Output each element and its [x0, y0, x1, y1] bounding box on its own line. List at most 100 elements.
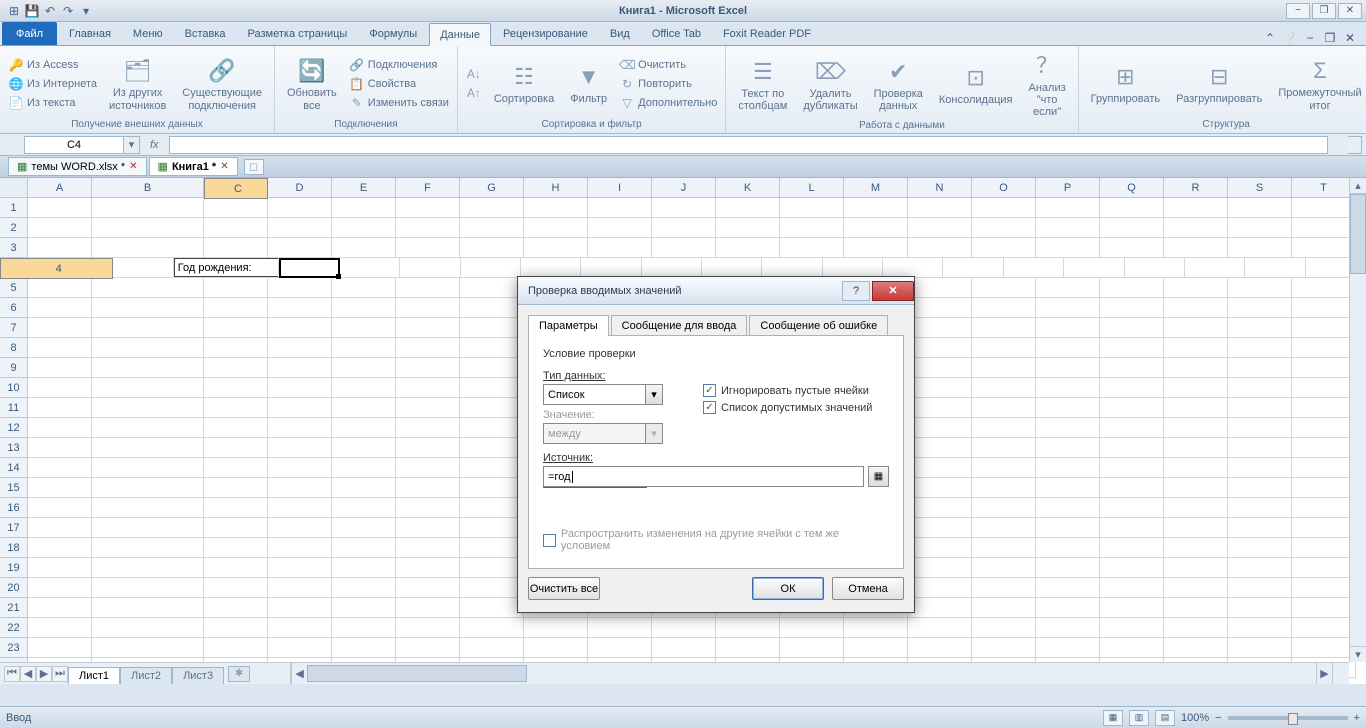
- zoom-level[interactable]: 100%: [1181, 712, 1209, 724]
- cell-L3[interactable]: [780, 238, 844, 258]
- doc-tab-2[interactable]: ▦Книга1 *✕: [149, 157, 238, 176]
- cell-B4[interactable]: Год рождения:: [174, 258, 280, 278]
- tab-review[interactable]: Рецензирование: [493, 22, 598, 45]
- cell-B14[interactable]: [92, 458, 204, 478]
- cell-N20[interactable]: [908, 578, 972, 598]
- cell-E17[interactable]: [332, 518, 396, 538]
- col-header-L[interactable]: L: [780, 178, 844, 197]
- cell-A22[interactable]: [28, 618, 92, 638]
- cell-O16[interactable]: [972, 498, 1036, 518]
- cell-E20[interactable]: [332, 578, 396, 598]
- cell-Q4[interactable]: [1125, 258, 1185, 278]
- cell-P19[interactable]: [1036, 558, 1100, 578]
- cell-P11[interactable]: [1036, 398, 1100, 418]
- cell-T1[interactable]: [1292, 198, 1356, 218]
- sheet-tab-2[interactable]: Лист2: [120, 667, 172, 684]
- cell-A5[interactable]: [28, 278, 92, 298]
- cell-P16[interactable]: [1036, 498, 1100, 518]
- cell-E7[interactable]: [332, 318, 396, 338]
- cell-B18[interactable]: [92, 538, 204, 558]
- cell-D8[interactable]: [268, 338, 332, 358]
- row-header-14[interactable]: 14: [0, 458, 28, 478]
- col-header-M[interactable]: M: [844, 178, 908, 197]
- cell-R12[interactable]: [1164, 418, 1228, 438]
- cell-T20[interactable]: [1292, 578, 1356, 598]
- existing-connections-button[interactable]: 🔗Существующие подключения: [176, 53, 268, 113]
- text-to-columns-button[interactable]: ☰Текст по столбцам: [732, 54, 793, 114]
- cell-E23[interactable]: [332, 638, 396, 658]
- cell-S12[interactable]: [1228, 418, 1292, 438]
- cell-J22[interactable]: [652, 618, 716, 638]
- cell-B23[interactable]: [92, 638, 204, 658]
- cell-S16[interactable]: [1228, 498, 1292, 518]
- sort-asc-button[interactable]: A↓: [464, 65, 484, 83]
- cell-O8[interactable]: [972, 338, 1036, 358]
- cell-C14[interactable]: [204, 458, 268, 478]
- cell-F3[interactable]: [396, 238, 460, 258]
- cell-C11[interactable]: [204, 398, 268, 418]
- cell-Q11[interactable]: [1100, 398, 1164, 418]
- col-header-N[interactable]: N: [908, 178, 972, 197]
- namebox-dropdown[interactable]: ▾: [124, 136, 140, 154]
- cell-O20[interactable]: [972, 578, 1036, 598]
- cell-Q22[interactable]: [1100, 618, 1164, 638]
- group-button[interactable]: ⊞Группировать: [1085, 59, 1167, 107]
- cell-N19[interactable]: [908, 558, 972, 578]
- cell-G16[interactable]: [460, 498, 524, 518]
- dialog-tab-input-msg[interactable]: Сообщение для ввода: [611, 315, 748, 336]
- cell-A13[interactable]: [28, 438, 92, 458]
- cell-G11[interactable]: [460, 398, 524, 418]
- clear-all-button[interactable]: Очистить все: [528, 577, 600, 600]
- cell-F14[interactable]: [396, 458, 460, 478]
- cell-A15[interactable]: [28, 478, 92, 498]
- cell-N6[interactable]: [908, 298, 972, 318]
- cell-G23[interactable]: [460, 638, 524, 658]
- cell-P12[interactable]: [1036, 418, 1100, 438]
- cell-T11[interactable]: [1292, 398, 1356, 418]
- cell-K4[interactable]: [762, 258, 822, 278]
- cell-A11[interactable]: [28, 398, 92, 418]
- cell-J1[interactable]: [652, 198, 716, 218]
- cell-C19[interactable]: [204, 558, 268, 578]
- row-header-15[interactable]: 15: [0, 478, 28, 498]
- cell-T14[interactable]: [1292, 458, 1356, 478]
- cell-T17[interactable]: [1292, 518, 1356, 538]
- cell-P22[interactable]: [1036, 618, 1100, 638]
- name-box[interactable]: C4: [24, 136, 124, 154]
- cell-A23[interactable]: [28, 638, 92, 658]
- cell-G21[interactable]: [460, 598, 524, 618]
- cell-R23[interactable]: [1164, 638, 1228, 658]
- cell-K1[interactable]: [716, 198, 780, 218]
- data-validation-button[interactable]: ✔Проверка данных: [868, 54, 929, 114]
- cell-S4[interactable]: [1245, 258, 1305, 278]
- cell-O6[interactable]: [972, 298, 1036, 318]
- cell-E22[interactable]: [332, 618, 396, 638]
- cell-E8[interactable]: [332, 338, 396, 358]
- cell-C12[interactable]: [204, 418, 268, 438]
- cell-N12[interactable]: [908, 418, 972, 438]
- cell-Q10[interactable]: [1100, 378, 1164, 398]
- cell-I3[interactable]: [588, 238, 652, 258]
- cell-G10[interactable]: [460, 378, 524, 398]
- cell-N22[interactable]: [908, 618, 972, 638]
- cell-F1[interactable]: [396, 198, 460, 218]
- cell-P1[interactable]: [1036, 198, 1100, 218]
- row-header-9[interactable]: 9: [0, 358, 28, 378]
- cell-I4[interactable]: [642, 258, 702, 278]
- cell-J3[interactable]: [652, 238, 716, 258]
- cell-A21[interactable]: [28, 598, 92, 618]
- cell-P17[interactable]: [1036, 518, 1100, 538]
- cell-J23[interactable]: [652, 638, 716, 658]
- cell-E9[interactable]: [332, 358, 396, 378]
- workbook-restore-icon[interactable]: ❐: [1322, 31, 1338, 45]
- cell-P9[interactable]: [1036, 358, 1100, 378]
- cell-H22[interactable]: [524, 618, 588, 638]
- cell-G5[interactable]: [460, 278, 524, 298]
- col-header-H[interactable]: H: [524, 178, 588, 197]
- tab-menu[interactable]: Меню: [123, 22, 173, 45]
- cell-O21[interactable]: [972, 598, 1036, 618]
- cell-F4[interactable]: [461, 258, 521, 278]
- edit-links-button[interactable]: ✎Изменить связи: [347, 94, 451, 112]
- cell-F22[interactable]: [396, 618, 460, 638]
- cell-S23[interactable]: [1228, 638, 1292, 658]
